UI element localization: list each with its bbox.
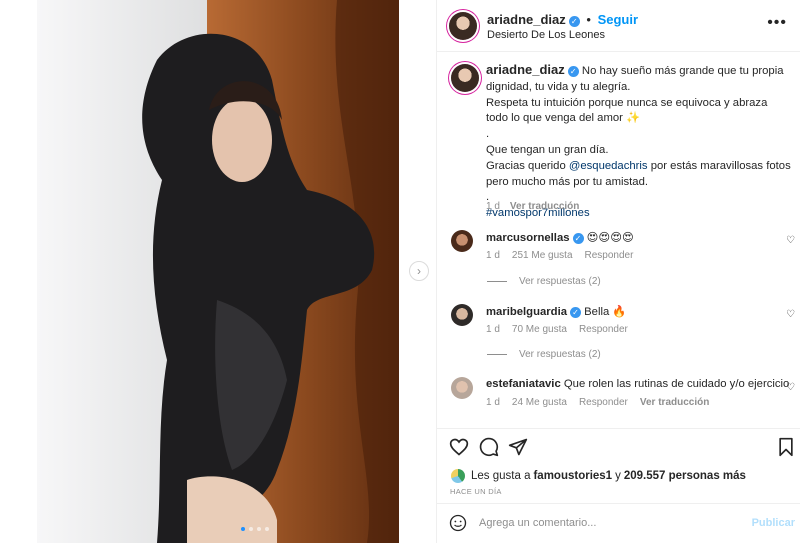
author-username[interactable]: ariadne_diaz [487,12,566,27]
comment-text: maribelguardia ✓ Bella 🔥 [486,305,626,318]
commenter-avatar[interactable] [451,304,473,326]
post-sidebar: ariadne_diaz ✓ • Seguir Desierto De Los L… [436,0,800,543]
post-timestamp[interactable]: HACE UN DÍA [450,487,502,496]
carousel-dot [265,527,269,531]
likes-summary: Les gusta a famoustories1 y 209.557 pers… [451,469,749,483]
comment-meta: 1 d 70 Me gusta Responder [486,324,640,335]
comment-likes[interactable]: 24 Me gusta [512,397,567,408]
caption-meta: 1 d Ver traducción [486,201,579,212]
like-comment-heart-icon[interactable]: ♡ [786,309,795,320]
view-replies-button[interactable]: Ver respuestas (2) [487,349,601,360]
mention-link[interactable]: @esquedachris [569,160,648,172]
author-avatar[interactable] [449,12,477,40]
verified-badge-icon: ✓ [567,66,579,77]
commenter-username[interactable]: maribelguardia [486,306,567,318]
like-comment-heart-icon[interactable]: ♡ [786,382,795,393]
post-header: ariadne_diaz ✓ • Seguir Desierto De Los L… [437,0,800,52]
caption-line: Respeta tu intuición porque nunca se equ… [486,96,768,125]
carousel-dot [257,527,261,531]
comment-text: marcusornellas ✓ 😍😍😍😍 [486,231,634,244]
likes-count[interactable]: 209.557 personas más [624,470,746,482]
chevron-right-icon: › [417,264,421,278]
comment-time: 1 d [486,250,500,261]
carousel-dot [249,527,253,531]
caption-line: Gracias querido [486,159,569,172]
save-bookmark-icon[interactable] [777,437,795,457]
caption-text: ariadne_diaz ✓ No hay sueño más grande qu… [486,62,791,222]
share-paper-plane-icon[interactable] [508,437,528,457]
likes-prefix: Les gusta a [471,470,531,482]
comment-likes[interactable]: 70 Me gusta [512,324,567,335]
comment-body: Bella 🔥 [584,306,627,318]
comment-body: 😍😍😍😍 [586,232,634,244]
reply-button[interactable]: Responder [579,397,628,408]
replies-divider [487,354,507,355]
carousel-dots [241,527,269,531]
comment-meta: 1 d 24 Me gusta Responder Ver traducción [486,397,721,408]
view-replies-label: Ver respuestas (2) [519,276,601,287]
view-replies-button[interactable]: Ver respuestas (2) [487,276,601,287]
caption-username[interactable]: ariadne_diaz [486,62,565,77]
comment-likes[interactable]: 251 Me gusta [512,250,573,261]
verified-badge-icon: ✓ [572,233,584,244]
replies-divider [487,281,507,282]
likes-middle: y [615,470,621,482]
next-slide-button[interactable]: › [409,261,429,281]
caption-avatar[interactable] [451,64,479,92]
comment-bar: Publicar [437,503,800,543]
liker-username[interactable]: famoustories1 [533,470,612,482]
translate-link[interactable]: Ver traducción [510,201,579,212]
comment-meta: 1 d 251 Me gusta Responder [486,250,645,261]
commenter-username[interactable]: estefaniatavic [486,378,561,390]
comment-body: Que rolen las rutinas de cuidado y/o eje… [563,378,790,390]
follow-button[interactable]: Seguir [598,12,638,27]
reply-button[interactable]: Responder [585,250,634,261]
post-media-pane: › [0,0,436,543]
liker-avatar[interactable] [451,469,465,483]
post-photo[interactable] [37,0,399,543]
comment-time: 1 d [486,397,500,408]
comment-time: 1 d [486,324,500,335]
caption-time: 1 d [486,201,500,212]
verified-badge-icon: ✓ [570,307,581,318]
commenter-avatar[interactable] [451,377,473,399]
like-heart-icon[interactable] [449,437,469,457]
caption-line: . [486,128,490,141]
comment-input[interactable] [479,517,739,529]
publish-button[interactable]: Publicar [752,517,795,529]
view-replies-label: Ver respuestas (2) [519,349,601,360]
carousel-dot [241,527,245,531]
reply-button[interactable]: Responder [579,324,628,335]
commenter-username[interactable]: marcusornellas [486,232,570,244]
like-comment-heart-icon[interactable]: ♡ [786,235,795,246]
commenter-avatar[interactable] [451,230,473,252]
comment-bubble-icon[interactable] [479,437,499,457]
caption-line: Que tengan un gran día. [486,143,609,156]
photo-illustration [37,0,399,543]
verified-badge-icon: ✓ [568,16,580,27]
separator: • [586,12,591,27]
emoji-smiley-icon[interactable] [449,514,467,532]
more-options-icon[interactable]: ••• [767,14,787,32]
translate-link[interactable]: Ver traducción [640,397,709,408]
comment-text: estefaniatavic Que rolen las rutinas de … [486,378,789,390]
post-location[interactable]: Desierto De Los Leones [487,29,605,41]
